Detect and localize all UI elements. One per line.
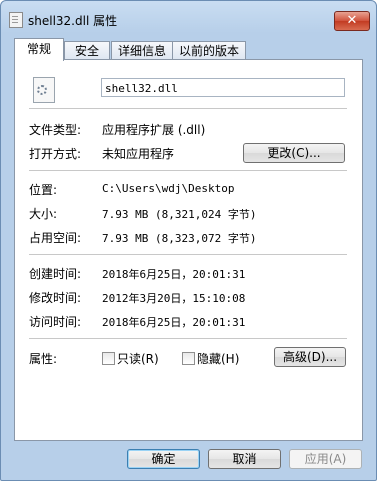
tab-details[interactable]: 详细信息 xyxy=(111,41,173,60)
opens-with-value: 未知应用程序 xyxy=(102,147,175,161)
divider xyxy=(29,108,347,109)
divider xyxy=(29,254,347,255)
tab-previous-versions[interactable]: 以前的版本 xyxy=(172,41,246,60)
dll-file-icon xyxy=(33,77,55,103)
change-button[interactable]: 更改(C)... xyxy=(243,143,345,163)
file-icon xyxy=(9,12,23,28)
size-label: 大小: xyxy=(29,207,58,221)
ok-button[interactable]: 确定 xyxy=(127,449,200,469)
close-icon: ✕ xyxy=(346,13,358,28)
size-on-disk-value: 7.93 MB (8,323,072 字节) xyxy=(102,232,257,245)
readonly-checkbox[interactable] xyxy=(102,352,115,365)
attributes-label: 属性: xyxy=(29,352,58,366)
size-on-disk-label: 占用空间: xyxy=(29,231,82,245)
location-value: C:\Users\wdj\Desktop xyxy=(102,182,235,195)
accessed-label: 访问时间: xyxy=(29,315,82,329)
modified-value: 2012年3月20日，15:10:08 xyxy=(102,292,246,305)
file-type-label: 文件类型: xyxy=(29,123,82,137)
accessed-value: 2018年6月25日，20:01:31 xyxy=(102,316,246,329)
tab-panel-general xyxy=(14,59,363,441)
created-value: 2018年6月25日，20:01:31 xyxy=(102,268,246,281)
title-bar[interactable]: shell32.dll 属性 ✕ xyxy=(1,1,377,35)
hidden-label: 隐藏(H) xyxy=(197,352,240,366)
readonly-label: 只读(R) xyxy=(117,352,159,366)
close-button[interactable]: ✕ xyxy=(334,11,370,31)
file-type-value: 应用程序扩展 (.dll) xyxy=(102,123,206,137)
file-name-field[interactable]: shell32.dll xyxy=(101,78,345,97)
hidden-checkbox[interactable] xyxy=(182,352,195,365)
advanced-button[interactable]: 高级(D)... xyxy=(274,347,346,367)
apply-button: 应用(A) xyxy=(289,449,362,469)
divider xyxy=(29,170,347,171)
created-label: 创建时间: xyxy=(29,267,82,281)
divider xyxy=(29,338,347,339)
tab-general[interactable]: 常规 xyxy=(14,38,64,61)
location-label: 位置: xyxy=(29,183,58,197)
tab-security[interactable]: 安全 xyxy=(64,41,110,60)
opens-with-label: 打开方式: xyxy=(29,147,82,161)
size-value: 7.93 MB (8,321,024 字节) xyxy=(102,208,257,221)
cancel-button[interactable]: 取消 xyxy=(208,449,281,469)
window-title: shell32.dll 属性 xyxy=(28,14,118,28)
properties-window: shell32.dll 属性 ✕ 常规 安全 详细信息 以前的版本 shell3… xyxy=(0,0,377,481)
modified-label: 修改时间: xyxy=(29,291,82,305)
